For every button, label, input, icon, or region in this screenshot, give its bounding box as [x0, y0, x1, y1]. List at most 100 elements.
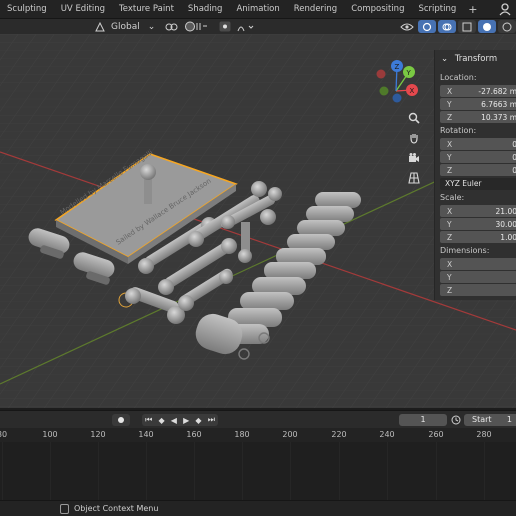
ruler-tick: 220	[331, 430, 347, 439]
next-keyframe-icon[interactable]: ◆	[195, 416, 201, 425]
overlays-icon[interactable]	[438, 20, 456, 33]
dimensions-z-field[interactable]: Z	[440, 284, 516, 296]
transform-orientation-dropdown[interactable]: Global ⌄	[108, 20, 158, 33]
location-y-value: 6.7663 m	[481, 99, 516, 109]
playback-controls: ⏮ ◆ ◀ ▶ ◆ ⏭	[142, 414, 218, 426]
timeline-ruler[interactable]: 80 100 120 140 160 180 200 220 240 260 2…	[0, 428, 516, 442]
grid-line	[50, 442, 51, 500]
gizmo-x-label: X	[410, 87, 415, 95]
scale-label: Scale:	[440, 193, 465, 202]
add-workspace-button[interactable]: +	[463, 0, 482, 19]
transform-orientation-label: Global	[111, 21, 140, 32]
play-reverse-icon[interactable]: ◀	[171, 416, 177, 425]
pivot-point-icon[interactable]	[162, 20, 182, 33]
ruler-tick: 180	[234, 430, 250, 439]
pan-hand-icon[interactable]	[406, 130, 422, 146]
falloff-icon[interactable]	[234, 20, 258, 33]
tab-shading[interactable]: Shading	[181, 0, 230, 19]
status-bar: Object Context Menu	[0, 500, 516, 516]
start-frame-field[interactable]: Start 1	[464, 414, 516, 426]
prev-keyframe-icon[interactable]: ◆	[158, 416, 164, 425]
tab-compositing[interactable]: Compositing	[344, 0, 411, 19]
axis-label: Z	[447, 112, 453, 122]
axis-label: Z	[447, 285, 453, 295]
visibility-icon[interactable]	[398, 20, 416, 33]
ruler-tick: 200	[282, 430, 298, 439]
xray-icon[interactable]	[458, 20, 476, 33]
ruler-tick: 140	[138, 430, 154, 439]
grid-line	[290, 442, 291, 500]
tab-uv-editing[interactable]: UV Editing	[54, 0, 112, 19]
play-icon[interactable]: ▶	[183, 416, 189, 425]
material-shading-icon[interactable]	[498, 20, 516, 33]
scale-x-value: 21.00	[495, 206, 516, 216]
grid-line	[98, 442, 99, 500]
rotation-mode-dropdown[interactable]: XYZ Euler	[440, 178, 516, 190]
timeline-header: ⏮ ◆ ◀ ▶ ◆ ⏭ 1 Start 1	[0, 410, 516, 428]
scene-icon[interactable]	[498, 2, 512, 16]
dimensions-x-field[interactable]: X	[440, 258, 516, 270]
location-z-field[interactable]: Z 10.373 m	[440, 111, 516, 123]
axis-label: Y	[447, 99, 452, 109]
chevron-down-icon: ⌄	[147, 21, 156, 32]
location-z-value: 10.373 m	[481, 112, 516, 122]
axis-label: X	[447, 206, 453, 216]
gizmo-toggle-icon[interactable]	[418, 20, 436, 33]
zoom-icon[interactable]	[406, 110, 422, 126]
ruler-tick: 120	[90, 430, 106, 439]
location-x-field[interactable]: X -27.682 m	[440, 85, 516, 97]
context-menu-hint: Object Context Menu	[74, 504, 159, 513]
mouse-right-click-icon	[60, 504, 69, 514]
rotation-x-field[interactable]: X 0	[440, 138, 516, 150]
scale-y-field[interactable]: Y 30.00	[440, 218, 516, 230]
location-y-field[interactable]: Y 6.7663 m	[440, 98, 516, 110]
ruler-tick: 160	[186, 430, 202, 439]
tab-sculpting[interactable]: Sculpting	[0, 0, 54, 19]
rotation-x-value: 0	[512, 139, 516, 149]
scale-z-field[interactable]: Z 1.00	[440, 231, 516, 243]
tab-animation[interactable]: Animation	[229, 0, 286, 19]
workspace-bar: Sculpting UV Editing Texture Paint Shadi…	[0, 0, 516, 19]
tab-scripting[interactable]: Scripting	[411, 0, 463, 19]
perspective-grid-icon[interactable]	[406, 170, 422, 186]
jump-start-icon[interactable]: ⏮	[145, 415, 152, 425]
grid-line	[436, 442, 437, 500]
rotation-label: Rotation:	[440, 126, 477, 135]
transform-panel-header[interactable]: ⌄ Transform	[441, 54, 497, 64]
rotation-z-field[interactable]: Z 0	[440, 164, 516, 176]
axis-label: Y	[447, 272, 452, 282]
gizmo-z-label: Z	[395, 63, 400, 71]
tab-texture-paint[interactable]: Texture Paint	[112, 0, 181, 19]
grid-line	[339, 442, 340, 500]
rotation-y-field[interactable]: Y 0	[440, 151, 516, 163]
snap-icon[interactable]	[182, 20, 212, 33]
gizmo-y-label: Y	[406, 69, 412, 77]
dimensions-y-field[interactable]: Y	[440, 271, 516, 283]
tab-rendering[interactable]: Rendering	[287, 0, 344, 19]
orientation-icon[interactable]	[92, 20, 108, 33]
ruler-tick: 280	[476, 430, 492, 439]
current-frame-field[interactable]: 1	[399, 414, 447, 426]
grid-line	[387, 442, 388, 500]
clock-icon[interactable]	[451, 415, 461, 425]
rotation-y-value: 0	[512, 152, 516, 162]
start-value: 1	[506, 415, 512, 424]
timeline-area[interactable]	[0, 442, 516, 500]
viewport-header: Global ⌄	[0, 19, 516, 34]
chevron-down-icon: ⌄	[441, 54, 449, 64]
grid-line	[2, 442, 3, 500]
axis-label: X	[447, 86, 453, 96]
jump-end-icon[interactable]: ⏭	[208, 415, 215, 425]
solid-shading-icon[interactable]	[478, 20, 496, 33]
axis-label: X	[447, 139, 453, 149]
keyframe-record-button[interactable]	[112, 414, 130, 426]
scale-x-field[interactable]: X 21.00	[440, 205, 516, 217]
axis-label: Y	[447, 152, 452, 162]
ruler-tick: 100	[42, 430, 58, 439]
dimensions-label: Dimensions:	[440, 246, 490, 255]
proportional-edit-icon[interactable]	[216, 20, 234, 33]
properties-sidebar: ⌄ Transform Location: X -27.682 m Y 6.76…	[434, 50, 516, 300]
grid-line	[242, 442, 243, 500]
location-label: Location:	[440, 73, 477, 82]
camera-view-icon[interactable]	[406, 150, 422, 166]
